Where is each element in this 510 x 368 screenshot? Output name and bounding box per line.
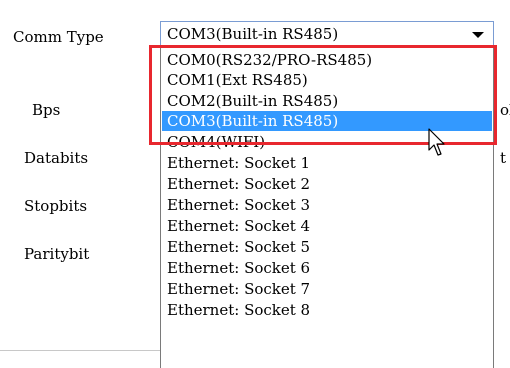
paritybit-label: Paritybit: [24, 245, 90, 263]
databits-label: Databits: [24, 149, 89, 167]
stopbits-label: Stopbits: [24, 197, 88, 215]
clipped-label-1: ol: [500, 101, 510, 119]
option-socket-3[interactable]: Ethernet: Socket 3: [162, 195, 492, 215]
option-socket-6[interactable]: Ethernet: Socket 6: [162, 258, 492, 278]
comm-type-combobox[interactable]: COM3(Built-in RS485): [160, 21, 494, 47]
comm-type-label: Comm Type: [13, 28, 104, 46]
chevron-down-icon[interactable]: [472, 32, 484, 38]
option-socket-7[interactable]: Ethernet: Socket 7: [162, 279, 492, 299]
option-socket-4[interactable]: Ethernet: Socket 4: [162, 216, 492, 236]
divider: [0, 350, 160, 351]
combobox-value: COM3(Built-in RS485): [167, 25, 339, 43]
bps-label: Bps: [32, 101, 61, 119]
clipped-label-2: t: [500, 149, 507, 167]
option-socket-5[interactable]: Ethernet: Socket 5: [162, 237, 492, 257]
mouse-cursor-icon: [428, 128, 445, 156]
option-socket-2[interactable]: Ethernet: Socket 2: [162, 174, 492, 194]
option-socket-8[interactable]: Ethernet: Socket 8: [162, 300, 492, 320]
